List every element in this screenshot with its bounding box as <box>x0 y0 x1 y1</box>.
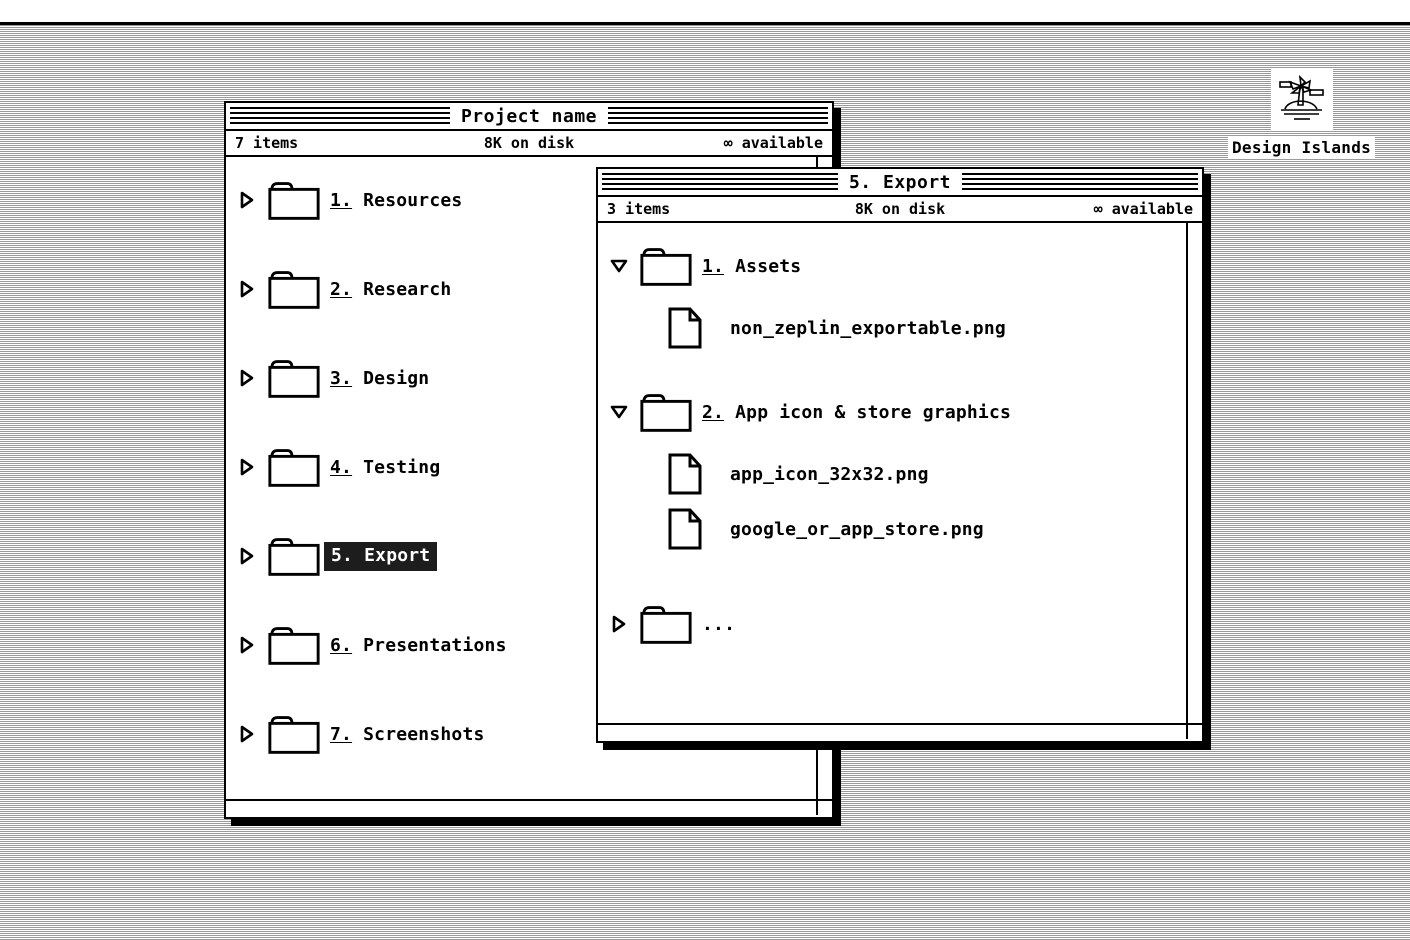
folder-icon <box>260 712 322 756</box>
brand-logo: Design Islands <box>1228 68 1376 159</box>
list-item-name: non_zeplin_exportable.png <box>730 317 1006 339</box>
list-item-name: App icon & store graphics <box>735 401 1012 423</box>
list-item-number: 7. <box>330 723 353 745</box>
vertical-scrollbar-export[interactable] <box>1186 223 1202 723</box>
titlebar-export[interactable]: 5. Export <box>598 169 1202 197</box>
folder-icon <box>260 623 322 667</box>
list-item[interactable]: app_icon_32x32.png <box>598 453 1186 495</box>
infobar-project-name: 7 items 8K on disk ∞ available <box>226 131 832 157</box>
folder-icon <box>632 244 694 288</box>
list-item-number: 3. <box>330 367 353 389</box>
disclosure-triangle-collapsed-icon[interactable] <box>234 636 260 654</box>
list-item-number: 1. <box>330 189 353 211</box>
disclosure-triangle-collapsed-icon[interactable] <box>234 547 260 565</box>
list-item-label: 5. Export <box>324 541 438 571</box>
available-space: ∞ available <box>723 134 823 152</box>
list-item-label: 3. Design <box>322 368 429 389</box>
folder-icon <box>260 445 322 489</box>
list-item-label: 2. App icon & store graphics <box>694 402 1011 423</box>
resize-grip-project-name[interactable] <box>816 799 832 815</box>
disclosure-triangle-collapsed-icon[interactable] <box>606 615 632 633</box>
brand-logo-caption: Design Islands <box>1228 136 1376 159</box>
disclosure-triangle-expanded-icon[interactable] <box>606 405 632 419</box>
list-item-name: app_icon_32x32.png <box>730 463 929 485</box>
window-title: 5. Export <box>837 171 963 193</box>
list-item-label: 2. Research <box>322 279 451 300</box>
folder-icon <box>260 356 322 400</box>
list-item-name: Presentations <box>363 634 507 656</box>
disclosure-triangle-expanded-icon[interactable] <box>606 259 632 273</box>
list-item-label: google_or_app_store.png <box>722 519 984 540</box>
list-item-number: 4. <box>330 456 353 478</box>
palm-island-icon <box>1270 68 1333 130</box>
list-item-name: Research <box>363 278 452 300</box>
list-item-label: 6. Presentations <box>322 635 507 656</box>
resize-grip-export[interactable] <box>1186 723 1202 739</box>
list-item-name: google_or_app_store.png <box>730 518 984 540</box>
folder-icon <box>260 178 322 222</box>
file-list-export[interactable]: 1. Assets non_zeplin_exportable.png 2. A… <box>598 223 1186 723</box>
titlebar-project-name[interactable]: Project name <box>226 103 832 131</box>
file-icon <box>660 507 722 551</box>
disclosure-triangle-collapsed-icon[interactable] <box>234 458 260 476</box>
list-item-label: 4. Testing <box>322 457 440 478</box>
disclosure-triangle-collapsed-icon[interactable] <box>234 280 260 298</box>
folder-icon <box>260 534 322 578</box>
item-count: 7 items <box>235 134 299 152</box>
list-item-name: ... <box>702 613 736 635</box>
menu-bar[interactable] <box>0 0 1410 25</box>
list-item[interactable]: 1. Assets <box>598 245 1186 287</box>
list-item-number: 2. <box>702 401 725 423</box>
list-item-name: Screenshots <box>363 723 485 745</box>
item-count: 3 items <box>607 200 671 218</box>
available-space: ∞ available <box>1093 200 1193 218</box>
list-item-name: Export <box>364 544 431 566</box>
list-item-name: Assets <box>735 255 802 277</box>
file-icon <box>660 306 722 350</box>
horizontal-scrollbar-export[interactable] <box>598 723 1202 739</box>
list-item[interactable]: ... <box>598 603 1186 645</box>
window-title: Project name <box>449 105 609 127</box>
list-item-number: 6. <box>330 634 353 656</box>
list-item[interactable]: non_zeplin_exportable.png <box>598 307 1186 349</box>
list-item-label: ... <box>694 614 735 635</box>
disk-usage: 8K on disk <box>483 134 575 152</box>
list-item-label: non_zeplin_exportable.png <box>722 318 1006 339</box>
disclosure-triangle-collapsed-icon[interactable] <box>234 369 260 387</box>
list-item-name: Resources <box>363 189 463 211</box>
list-item-label: app_icon_32x32.png <box>722 464 929 485</box>
list-item-label: 7. Screenshots <box>322 724 485 745</box>
infobar-export: 3 items 8K on disk ∞ available <box>598 197 1202 223</box>
desktop: Design Islands Project name 7 items 8K o… <box>0 0 1410 940</box>
disclosure-triangle-collapsed-icon[interactable] <box>234 191 260 209</box>
list-item[interactable]: 2. App icon & store graphics <box>598 391 1186 433</box>
list-item-label: 1. Assets <box>694 256 801 277</box>
folder-icon <box>260 267 322 311</box>
list-item-number: 1. <box>702 255 725 277</box>
content-area-export: 1. Assets non_zeplin_exportable.png 2. A… <box>598 223 1202 739</box>
list-item-number: 2. <box>330 278 353 300</box>
folder-icon <box>632 390 694 434</box>
window-export[interactable]: 5. Export 3 items 8K on disk ∞ available <box>596 167 1204 743</box>
list-item-name: Testing <box>363 456 441 478</box>
horizontal-scrollbar-project-name[interactable] <box>226 799 832 815</box>
list-item-number: 5. <box>331 544 354 566</box>
list-item-name: Design <box>363 367 430 389</box>
list-item-label: 1. Resources <box>322 190 462 211</box>
disk-usage: 8K on disk <box>854 200 946 218</box>
list-item[interactable]: google_or_app_store.png <box>598 508 1186 550</box>
disclosure-triangle-collapsed-icon[interactable] <box>234 725 260 743</box>
folder-icon <box>632 602 694 646</box>
file-icon <box>660 452 722 496</box>
